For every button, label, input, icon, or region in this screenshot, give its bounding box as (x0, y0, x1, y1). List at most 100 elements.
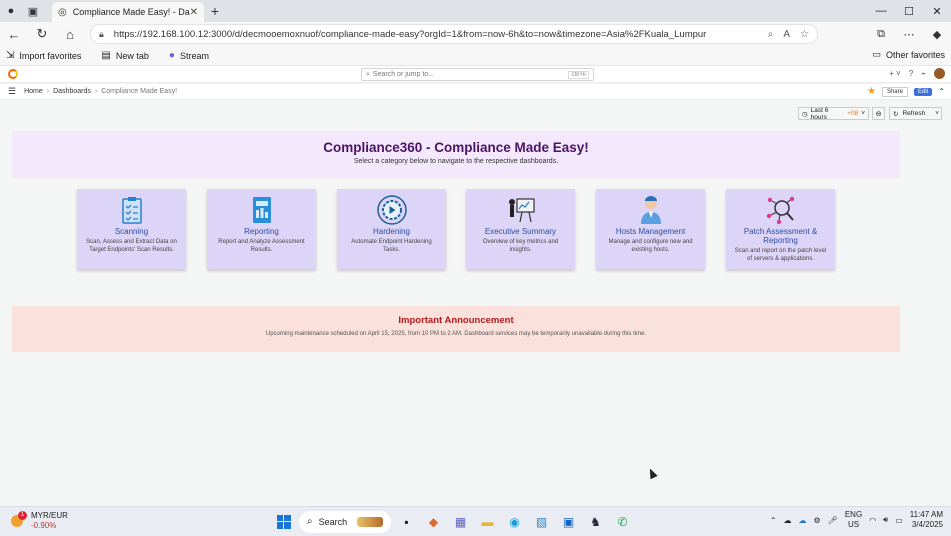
app-icon[interactable]: ♞ (584, 510, 607, 533)
card-reporting[interactable]: Reporting Report and Analyze Assessment … (207, 189, 316, 269)
back-icon[interactable]: ← (0, 22, 28, 46)
edit-button[interactable]: Edit (913, 87, 933, 96)
search-highlight-image (357, 516, 383, 527)
favorites-bar: ⇲ Import favorites ▤ New tab ● Stream ▭ Othe… (0, 46, 951, 66)
grafana-topbar-right: + ˅ ? ⌁ (889, 68, 945, 79)
tab-actions-icon[interactable]: ▣ (22, 0, 44, 22)
refresh-label: Refresh (902, 110, 926, 117)
zoom-out-button[interactable]: ⊖ (872, 107, 885, 120)
task-view-icon[interactable]: ▪ (395, 510, 418, 533)
maximize-icon[interactable]: ☐ (895, 0, 923, 22)
search-icon: ⌕ (307, 516, 313, 527)
wifi-icon[interactable]: ◠ (869, 516, 876, 525)
search-icon: ⌕ (366, 70, 370, 78)
photos-icon[interactable]: ▧ (530, 510, 553, 533)
card-desc: Scan, Assess and Extract Data on Target … (86, 239, 177, 253)
refresh-icon: ↻ (893, 110, 899, 118)
card-hosts-management[interactable]: Hosts Management Manage and configure ne… (596, 189, 705, 269)
tab-title: Compliance Made Easy! - Dashb (72, 7, 190, 17)
help-icon[interactable]: ? (909, 69, 913, 78)
lock-icon[interactable]: 🔒︎ (99, 29, 104, 40)
lang-line1: ENG (844, 510, 863, 519)
card-scanning[interactable]: Scanning Scan, Assess and Extract Data o… (77, 189, 186, 269)
search-input[interactable]: ⌕ Search or jump to... ctrl+k (361, 68, 594, 81)
breadcrumb-home[interactable]: Home (24, 88, 43, 95)
home-icon[interactable]: ⌂ (56, 22, 84, 46)
dashboard-toolbar: ◷ Last 6 hours +08 ˅ ⊖ ↻ Refresh ˅ (0, 101, 951, 125)
language-indicator[interactable]: ENG US (845, 510, 862, 530)
battery-icon[interactable]: ▭ (895, 516, 903, 525)
copilot-icon[interactable]: ◆ (927, 24, 947, 44)
add-icon[interactable]: + ˅ (889, 69, 901, 78)
card-title: Patch Assessment & Reporting (743, 227, 818, 245)
card-title: Hardening (373, 227, 410, 236)
menu-icon[interactable]: ☰ (8, 86, 16, 97)
minimize-icon[interactable]: — (867, 0, 895, 22)
fav-stream[interactable]: ● Stream (169, 50, 209, 61)
zoom-icon[interactable]: ⌕ (768, 29, 774, 40)
timezone-offset: +08 (847, 110, 859, 117)
copilot-app-icon[interactable]: ◆ (422, 510, 445, 533)
browser-tab[interactable]: ◎ Compliance Made Easy! - Dashb ✕ (52, 2, 204, 22)
star-icon[interactable]: ★ (867, 86, 876, 97)
file-explorer-icon[interactable]: ▬ (476, 510, 499, 533)
url-text: https://192.168.100.12:3000/d/decmooemox… (113, 28, 707, 40)
settings-icon[interactable]: ⚙ (814, 516, 821, 525)
newtab-icon: ▤ (101, 50, 111, 61)
edge-browser-icon[interactable]: ◉ (503, 510, 526, 533)
card-executive-summary[interactable]: Executive Summary Overview of key metric… (466, 189, 575, 269)
close-window-icon[interactable]: ✕ (923, 0, 951, 22)
card-patch-assessment[interactable]: Patch Assessment & Reporting Scan and re… (726, 189, 835, 269)
favorite-star-icon[interactable]: ☆ (800, 29, 809, 40)
weather-widget[interactable]: 1 MYR/EUR -0.90% (10, 511, 68, 531)
volume-icon[interactable]: 🔊︎ (883, 515, 888, 525)
cloud-icon[interactable]: ☁ (784, 516, 792, 525)
widget-icon: 1 (10, 511, 27, 529)
url-field[interactable]: 🔒︎ https://192.168.100.12:3000/d/decmooe… (90, 24, 818, 44)
chevron-down-icon[interactable]: ˅ (935, 110, 939, 117)
grafana-topbar: ⌕ Search or jump to... ctrl+k + ˅ ? ⌁ (0, 66, 951, 83)
dashboard-actions: ★ Share Edit ⌃ (867, 86, 945, 97)
share-button[interactable]: Share (881, 86, 908, 97)
tray-overflow-icon[interactable]: ⌃ (770, 516, 777, 525)
avatar[interactable] (934, 68, 945, 79)
grafana-logo-icon[interactable] (8, 69, 18, 79)
time-range-picker[interactable]: ◷ Last 6 hours +08 ˅ (798, 107, 869, 121)
fav-newtab[interactable]: ▤ New tab (101, 50, 148, 61)
teams-icon[interactable]: ▦ (449, 510, 472, 533)
refresh-button[interactable]: ↻ Refresh ˅ (889, 107, 942, 120)
news-icon[interactable]: ⌁ (921, 69, 926, 78)
mic-icon[interactable]: 🎤︎ (828, 516, 838, 525)
widget-change: -0.90% (31, 521, 57, 530)
new-tab-button[interactable]: + (207, 2, 223, 20)
taskbar-search[interactable]: ⌕ Search (299, 510, 391, 533)
reload-icon[interactable]: ↻ (28, 22, 56, 46)
breadcrumb-dashboards[interactable]: Dashboards (53, 88, 91, 95)
card-desc: Report and Analyze Assessment Results. (218, 239, 305, 253)
outlook-icon[interactable]: ▣ (557, 510, 580, 533)
breadcrumb-current: Compliance Made Easy! (101, 88, 178, 95)
fav-import[interactable]: ⇲ Import favorites (6, 50, 81, 61)
taskbar-search-label: Search (318, 516, 348, 527)
card-desc: Manage and configure new and existing ho… (608, 239, 693, 253)
card-hardening[interactable]: Hardening Automate Endpoint Hardening Ta… (337, 189, 446, 269)
collapse-icon[interactable]: ⌃ (938, 87, 945, 96)
onedrive-icon[interactable]: ☁ (799, 516, 807, 525)
profile-icon[interactable]: ● (0, 0, 22, 22)
lang-line2: US (847, 520, 860, 529)
card-desc: Automate Endpoint Hardening Tasks. (351, 239, 432, 253)
start-button[interactable] (272, 510, 295, 533)
more-menu-icon[interactable]: ⋯ (899, 24, 919, 44)
other-favorites-label: Other favorites (885, 49, 945, 60)
read-aloud-icon[interactable]: A (783, 29, 790, 40)
clock[interactable]: 11:47 AM 3/4/2025 (910, 510, 943, 530)
card-title: Reporting (244, 227, 279, 236)
browser-toolbar-right: ⧉ ⋯ ◆ (871, 24, 947, 44)
whatsapp-icon[interactable]: ✆ (611, 510, 634, 533)
extensions-icon[interactable]: ⧉ (871, 24, 891, 44)
other-favorites[interactable]: ▭ Other favorites (872, 49, 945, 60)
globe-icon: ◎ (58, 6, 67, 18)
close-tab-icon[interactable]: ✕ (190, 7, 198, 18)
person-admin-icon (640, 196, 661, 224)
page-title: Compliance360 - Compliance Made Easy! (323, 140, 589, 155)
